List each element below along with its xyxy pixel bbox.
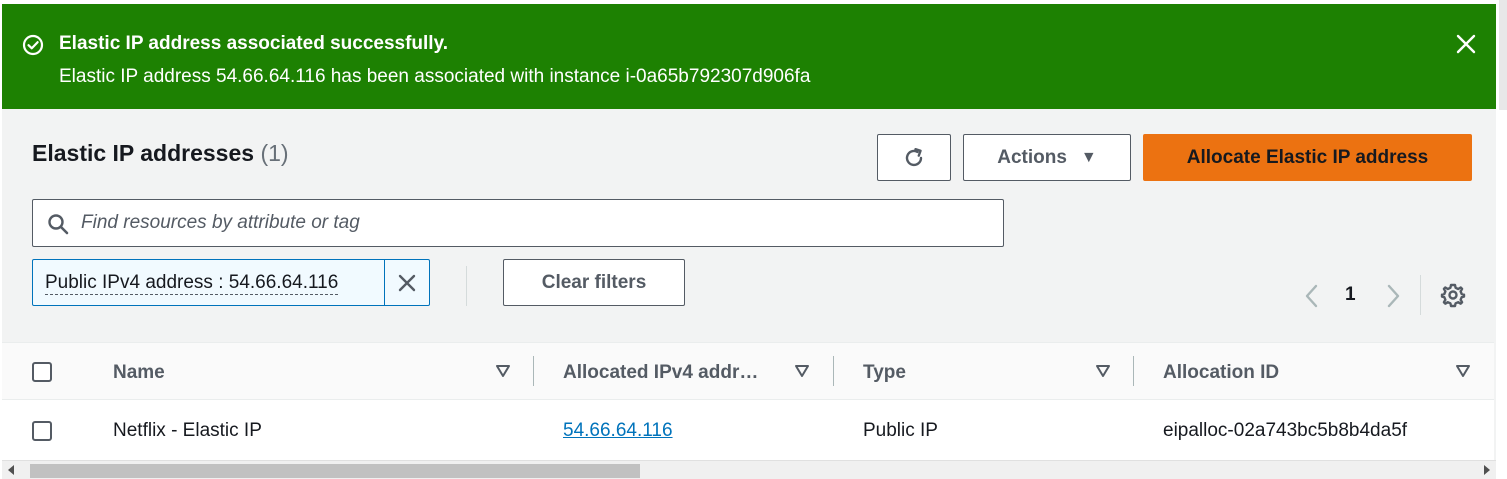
- horizontal-scrollbar[interactable]: [2, 460, 1496, 479]
- success-flash-banner: Elastic IP address associated successful…: [2, 4, 1502, 109]
- actions-button[interactable]: Actions ▼: [963, 134, 1131, 181]
- refresh-icon: [905, 147, 923, 166]
- pagination-divider: [1420, 275, 1421, 315]
- current-page-number[interactable]: 1: [1345, 284, 1356, 306]
- cell-type: Public IP: [863, 420, 938, 441]
- success-check-icon: [22, 34, 44, 56]
- sort-icon[interactable]: [495, 364, 511, 378]
- next-page-icon[interactable]: [1384, 283, 1402, 309]
- filter-token-label[interactable]: Public IPv4 address : 54.66.64.116: [45, 272, 339, 295]
- sort-icon[interactable]: [1095, 364, 1111, 378]
- column-header-name[interactable]: Name: [113, 362, 165, 384]
- filter-token: Public IPv4 address : 54.66.64.116: [32, 259, 430, 306]
- vertical-scrollbar[interactable]: [1496, 0, 1507, 479]
- cell-name: Netflix - Elastic IP: [113, 420, 262, 441]
- flash-title: Elastic IP address associated successful…: [59, 33, 449, 54]
- row-checkbox[interactable]: [32, 421, 52, 441]
- cell-allocation-id: eipalloc-02a743bc5b8b4da5f: [1163, 420, 1408, 441]
- cell-ipv4-link[interactable]: 54.66.64.116: [563, 420, 673, 442]
- column-header-type[interactable]: Type: [863, 362, 906, 384]
- settings-gear-icon[interactable]: [1440, 282, 1466, 308]
- column-header-allocation-id[interactable]: Allocation ID: [1163, 362, 1279, 384]
- page-title-text: Elastic IP addresses: [32, 140, 255, 166]
- sort-icon[interactable]: [1455, 364, 1471, 378]
- page-title: Elastic IP addresses (1): [32, 140, 289, 167]
- scroll-right-arrow-icon[interactable]: [1484, 465, 1490, 475]
- sort-icon[interactable]: [794, 364, 810, 378]
- search-icon: [48, 214, 69, 235]
- close-icon[interactable]: [1454, 32, 1478, 56]
- search-box[interactable]: [32, 199, 1004, 247]
- flash-message: Elastic IP address 54.66.64.116 has been…: [59, 66, 811, 87]
- search-input[interactable]: [81, 208, 981, 238]
- caret-down-icon: ▼: [1080, 148, 1097, 166]
- remove-filter-icon[interactable]: [395, 271, 419, 295]
- column-divider: [533, 356, 534, 386]
- item-count: (1): [260, 140, 289, 166]
- column-header-allocated-ipv4[interactable]: Allocated IPv4 addr…: [563, 362, 758, 384]
- filter-token-divider: [384, 260, 385, 305]
- column-divider: [1133, 356, 1134, 386]
- filter-divider: [466, 266, 467, 306]
- vertical-scrollbar-thumb[interactable]: [1499, 0, 1507, 110]
- refresh-button[interactable]: [877, 134, 951, 181]
- column-divider: [833, 356, 834, 386]
- actions-label: Actions: [997, 146, 1067, 168]
- allocate-elastic-ip-button[interactable]: Allocate Elastic IP address: [1143, 134, 1472, 181]
- clear-filters-button[interactable]: Clear filters: [503, 259, 685, 306]
- scroll-left-arrow-icon[interactable]: [8, 465, 14, 475]
- scrollbar-thumb[interactable]: [30, 464, 640, 478]
- previous-page-icon[interactable]: [1303, 283, 1321, 309]
- select-all-checkbox[interactable]: [32, 362, 52, 382]
